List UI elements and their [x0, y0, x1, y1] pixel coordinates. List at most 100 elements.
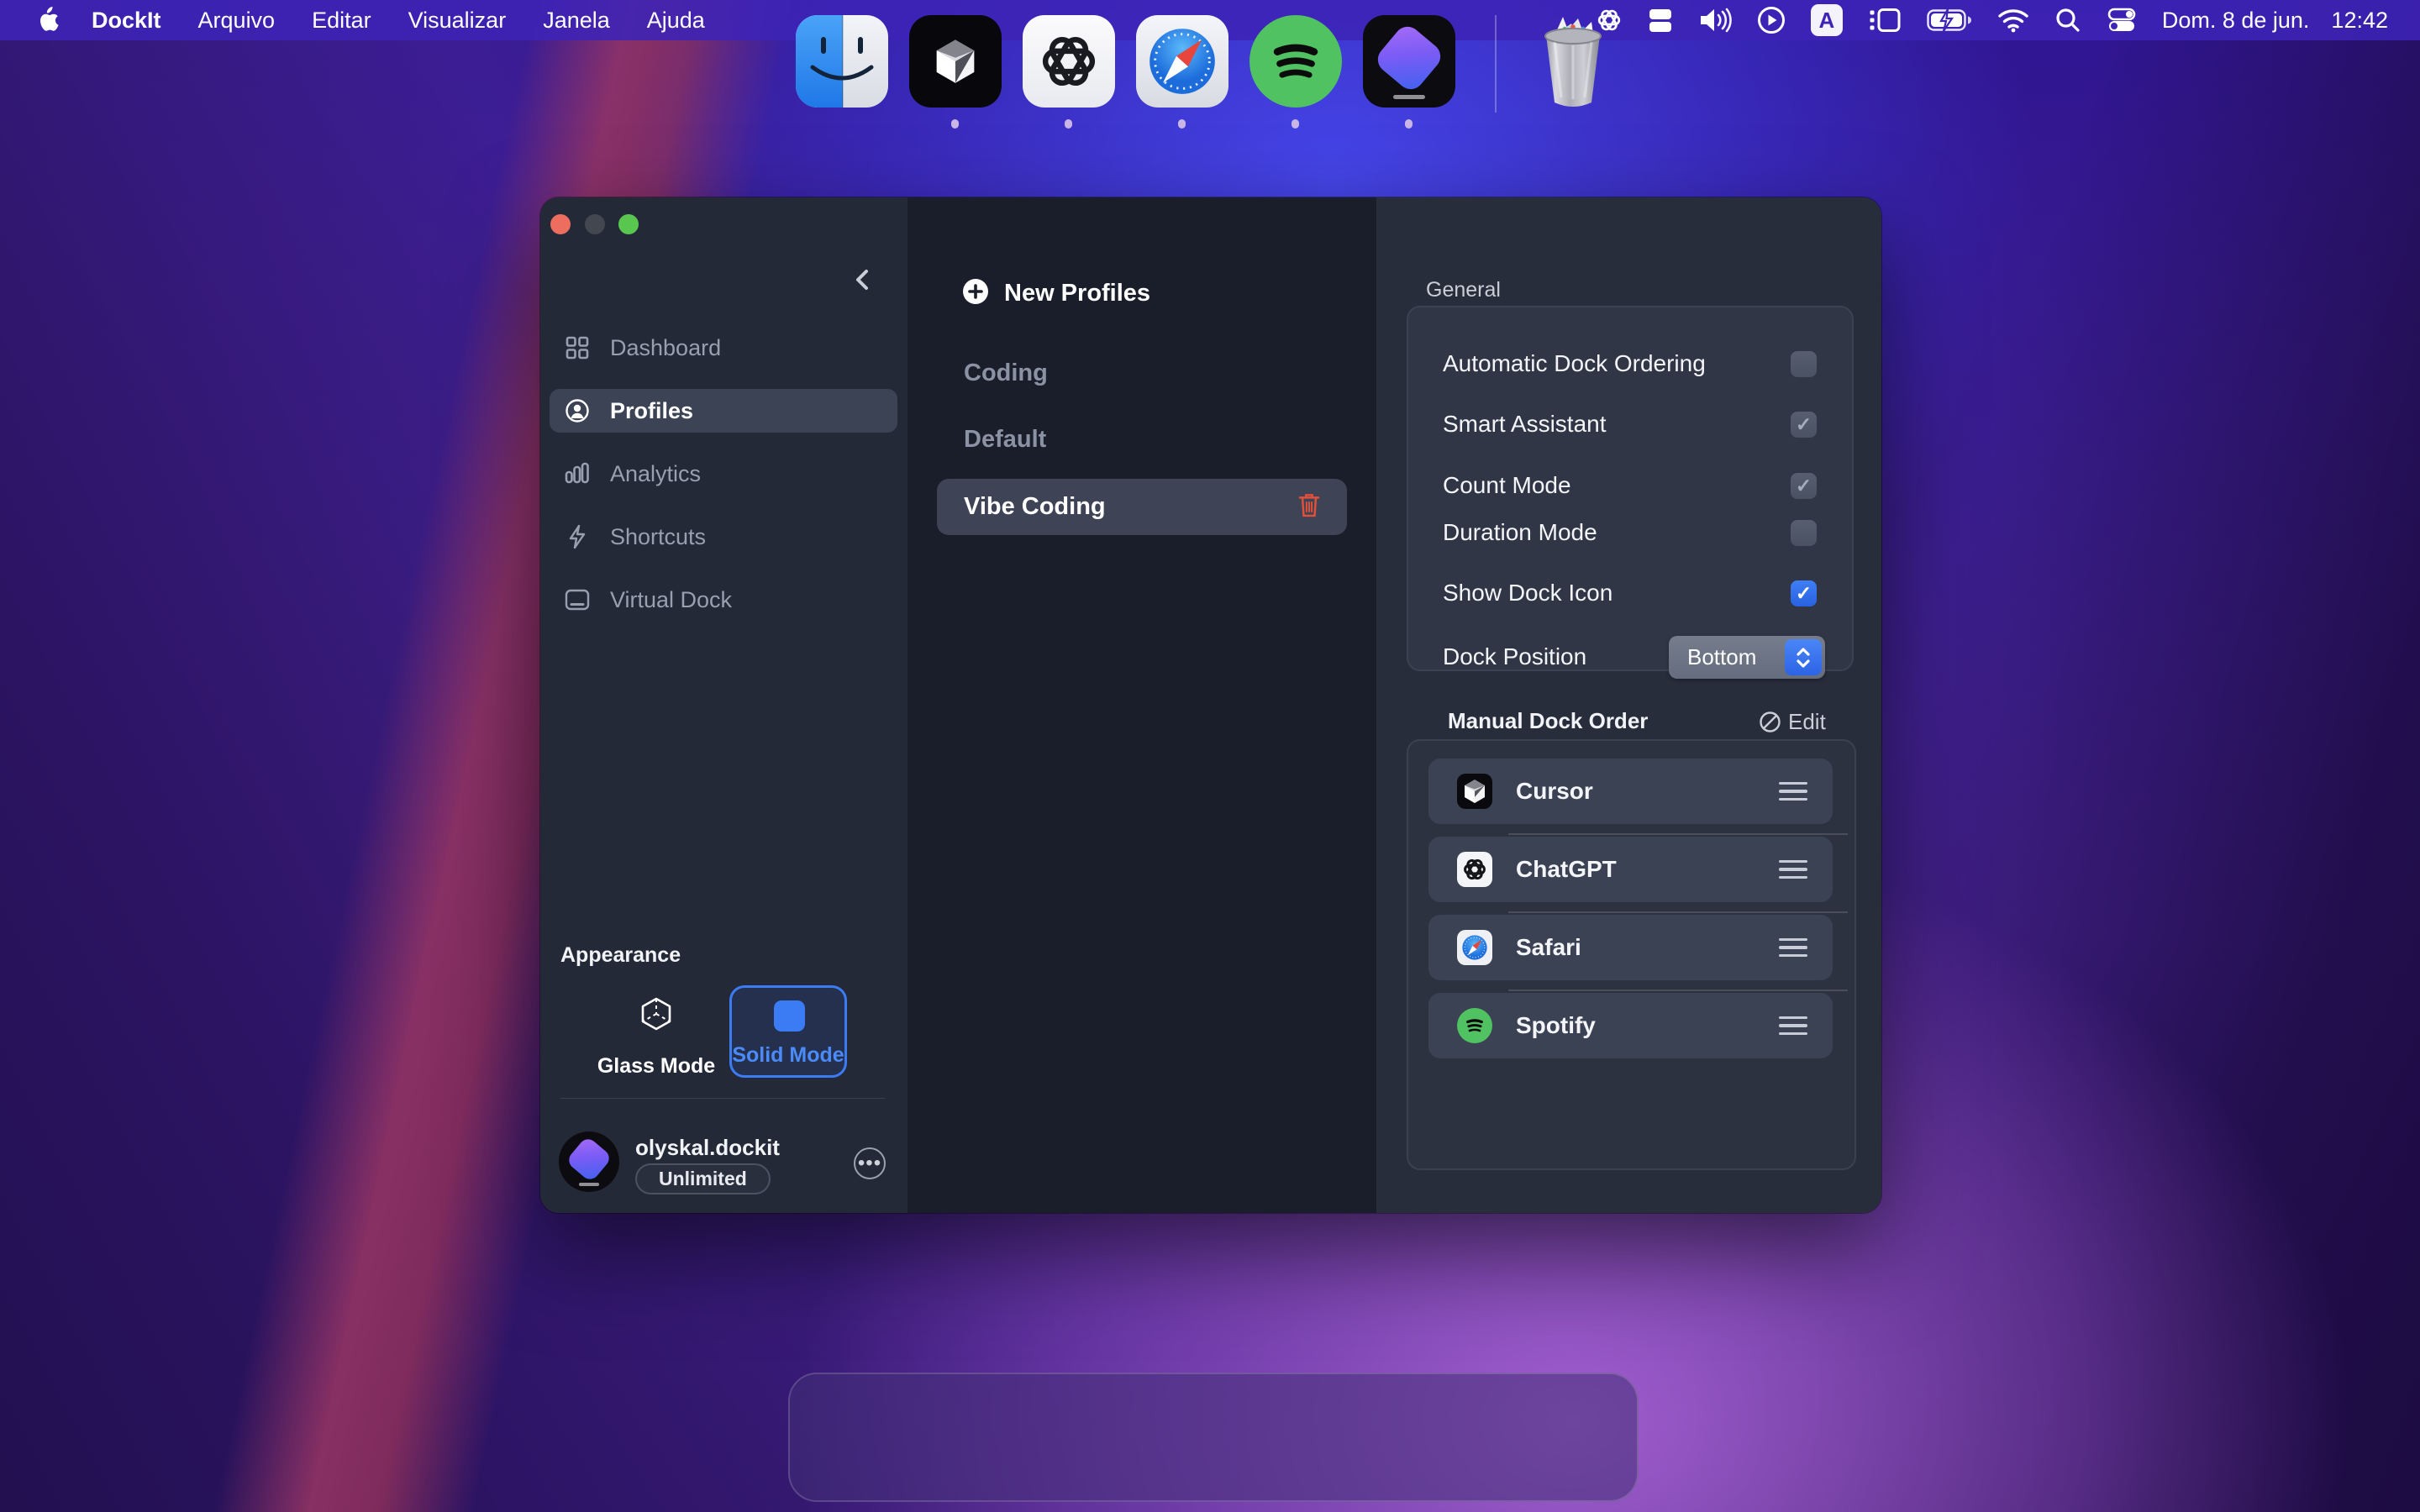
stacked-windows-icon[interactable] [1648, 0, 1673, 40]
dock-order-label: Cursor [1516, 778, 1755, 805]
solid-mode-label: Solid Mode [721, 1043, 855, 1068]
minimize-button[interactable] [585, 214, 605, 234]
sidebar-item-analytics[interactable]: Analytics [550, 452, 897, 496]
running-indicator-dockit [1405, 119, 1413, 129]
edit-disabled-slash-icon [1759, 711, 1781, 738]
dock-order-row-cursor[interactable]: Cursor [1428, 759, 1833, 824]
setting-row-automatic-dock-ordering: Automatic Dock Ordering [1443, 350, 1827, 377]
sidebar: Dashboard Profiles Analytics Shortcuts V [540, 197, 908, 1213]
delete-profile-trash-icon[interactable] [1297, 491, 1322, 522]
sidebar-item-dashboard[interactable]: Dashboard [550, 326, 897, 370]
menubar-clock[interactable]: Dom. 8 de jun. 12:42 [2162, 8, 2388, 34]
drag-handle-icon[interactable] [1779, 1016, 1807, 1036]
dock-trash-icon[interactable] [1523, 15, 1623, 108]
menu-visualizar[interactable]: Visualizar [408, 8, 507, 34]
sidebar-item-label: Profiles [610, 398, 693, 424]
profile-item-label: Vibe Coding [964, 493, 1106, 521]
drag-handle-icon[interactable] [1779, 860, 1807, 879]
spotlight-search-icon[interactable] [2054, 0, 2081, 40]
settings-column: General Automatic Dock Ordering Smart As… [1376, 197, 1881, 1213]
menu-app-name[interactable]: DockIt [92, 8, 161, 34]
running-indicator-spotify [1292, 119, 1299, 129]
running-indicator-cursor [951, 119, 959, 129]
checkbox-duration-mode[interactable] [1791, 520, 1817, 546]
setting-row-count-mode: Count Mode [1443, 472, 1827, 499]
chatgpt-app-icon [1457, 852, 1492, 887]
solid-mode-option[interactable]: Solid Mode [729, 985, 847, 1078]
zoom-button[interactable] [618, 214, 639, 234]
dock-position-dropdown[interactable]: Bottom [1669, 636, 1825, 679]
profile-item-coding[interactable]: Coding [964, 360, 1048, 387]
dashboard-grid-icon [565, 336, 590, 360]
dock-order-row-chatgpt[interactable]: ChatGPT [1428, 837, 1833, 902]
drag-handle-icon[interactable] [1779, 782, 1807, 801]
menu-ajuda[interactable]: Ajuda [647, 8, 705, 34]
sidebar-item-virtual-dock[interactable]: Virtual Dock [550, 578, 897, 622]
setting-row-duration-mode: Duration Mode [1443, 519, 1827, 546]
volume-icon[interactable] [1698, 0, 1732, 40]
dropdown-chevrons-icon [1785, 639, 1822, 675]
dock-position-value: Bottom [1687, 644, 1756, 670]
sidebar-item-label: Dashboard [610, 335, 721, 361]
virtual-dock-icon [565, 589, 590, 611]
window-manager-icon[interactable] [1868, 0, 1902, 40]
setting-label: Duration Mode [1443, 519, 1597, 546]
desktop: { "menubar": { "app_name": "DockIt", "me… [0, 0, 2420, 1512]
checkbox-count-mode[interactable]: ✓ [1791, 473, 1817, 499]
profiles-person-icon [565, 398, 590, 423]
account-options-button[interactable]: ••• [854, 1147, 886, 1179]
glass-mode-label: Glass Mode [589, 1054, 723, 1079]
glass-cube-icon [638, 995, 675, 1037]
dock-chatgpt-icon[interactable] [1023, 15, 1115, 108]
profile-item-default[interactable]: Default [964, 426, 1046, 454]
dock-dockit-icon[interactable] [1363, 15, 1455, 108]
input-source-a-icon[interactable]: A [1811, 0, 1843, 40]
dock-order-label: Safari [1516, 934, 1755, 961]
sidebar-item-label: Virtual Dock [610, 587, 732, 613]
checkbox-show-dock-icon[interactable]: ✓ [1791, 580, 1817, 606]
dock-safari-icon[interactable] [1136, 15, 1228, 108]
dock-separator [1495, 15, 1497, 113]
profiles-column: New Profiles Coding Default Vibe Coding [908, 197, 1376, 1213]
dock-order-label: Spotify [1516, 1012, 1755, 1039]
collapse-sidebar-chevron-icon[interactable] [848, 265, 878, 299]
sidebar-item-profiles[interactable]: Profiles [550, 389, 897, 433]
battery-charging-icon[interactable] [1927, 0, 1972, 40]
checkbox-smart-assistant[interactable]: ✓ [1791, 412, 1817, 438]
menu-editar[interactable]: Editar [312, 8, 371, 34]
account-avatar[interactable] [559, 1131, 619, 1192]
sidebar-item-shortcuts[interactable]: Shortcuts [550, 515, 897, 559]
dock-cursor-icon[interactable] [909, 15, 1002, 108]
menu-janela[interactable]: Janela [543, 8, 610, 34]
dock-order-row-spotify[interactable]: Spotify [1428, 993, 1833, 1058]
play-circle-icon[interactable] [1757, 0, 1786, 40]
safari-app-icon [1457, 930, 1492, 965]
apple-menu-icon[interactable] [36, 0, 59, 40]
manual-dock-order-title: Manual Dock Order [1448, 708, 1648, 734]
analytics-bars-icon [565, 462, 590, 486]
setting-label: Smart Assistant [1443, 411, 1607, 438]
plan-badge: Unlimited [635, 1163, 771, 1194]
account-name: olyskal.dockit [635, 1135, 780, 1161]
shortcuts-bolt-icon [565, 524, 590, 549]
solid-square-icon [774, 1000, 805, 1032]
dock-finder-icon[interactable] [796, 15, 888, 108]
dock [788, 1373, 1639, 1502]
dock-spotify-icon[interactable] [1249, 15, 1342, 108]
wifi-icon[interactable] [1997, 0, 2029, 40]
row-divider [1508, 833, 1848, 835]
sidebar-divider [560, 1098, 885, 1099]
setting-label: Count Mode [1443, 472, 1571, 499]
drag-handle-icon[interactable] [1779, 938, 1807, 958]
appearance-title: Appearance [560, 943, 681, 968]
new-profiles-button[interactable]: New Profiles [962, 278, 1150, 309]
dock-order-row-safari[interactable]: Safari [1428, 915, 1833, 980]
close-button[interactable] [550, 214, 571, 234]
row-divider [1508, 990, 1848, 991]
row-divider [1508, 911, 1848, 913]
checkbox-automatic-dock-ordering[interactable] [1791, 351, 1817, 377]
edit-dock-order-button[interactable]: Edit [1788, 709, 1826, 735]
menu-arquivo[interactable]: Arquivo [198, 8, 276, 34]
profile-item-vibe-coding[interactable]: Vibe Coding [937, 479, 1347, 535]
control-center-icon[interactable] [2107, 0, 2137, 40]
